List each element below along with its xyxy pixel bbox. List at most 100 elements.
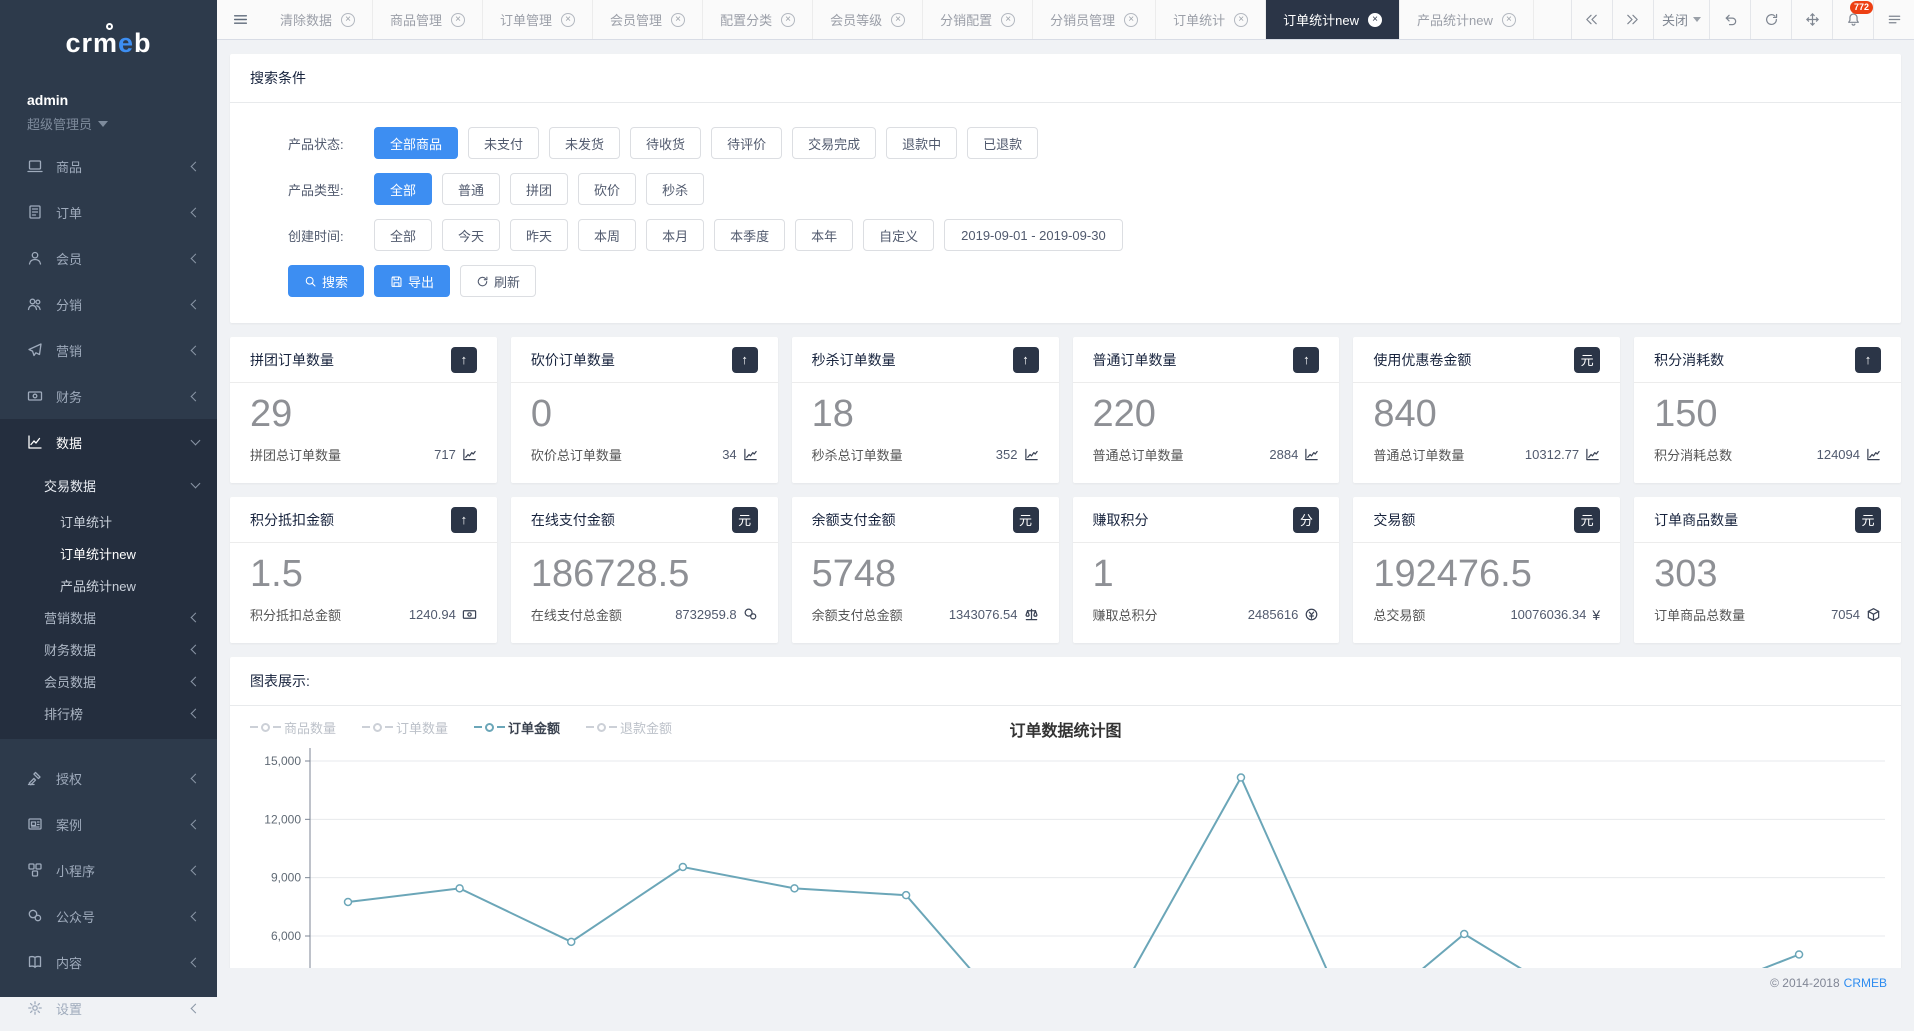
- tab-配置分类[interactable]: 配置分类×: [703, 0, 813, 39]
- filter-option-普通[interactable]: 普通: [442, 173, 500, 205]
- rewind-icon: [1584, 12, 1599, 27]
- sidebar-item-公众号[interactable]: 公众号: [0, 893, 217, 939]
- filter-option-昨天[interactable]: 昨天: [510, 219, 568, 251]
- tab-close-icon[interactable]: ×: [1502, 13, 1516, 27]
- filter-option-未发货[interactable]: 未发货: [549, 127, 620, 159]
- sidebar-item-订单[interactable]: 订单: [0, 189, 217, 235]
- tab-订单统计[interactable]: 订单统计×: [1156, 0, 1266, 39]
- filter-option-拼团[interactable]: 拼团: [510, 173, 568, 205]
- tab-订单管理[interactable]: 订单管理×: [483, 0, 593, 39]
- stat-card-header: 交易额元: [1353, 497, 1620, 543]
- 搜索-button[interactable]: 搜索: [288, 265, 364, 297]
- tab-close-icon[interactable]: ×: [561, 13, 575, 27]
- tab-清除数据[interactable]: 清除数据×: [263, 0, 373, 39]
- sidebar-item-分销[interactable]: 分销: [0, 281, 217, 327]
- tab-close-icon[interactable]: ×: [1001, 13, 1015, 27]
- scroll-tabs-left-button[interactable]: [1571, 0, 1612, 39]
- filter-option-本季度[interactable]: 本季度: [714, 219, 785, 251]
- filter-option-自定义[interactable]: 自定义: [863, 219, 934, 251]
- tab-close-icon[interactable]: ×: [1234, 13, 1248, 27]
- close-tabs-dropdown-label: 关闭: [1662, 10, 1688, 29]
- tab-close-icon[interactable]: ×: [1368, 13, 1382, 27]
- stat-footer-label: 秒杀总订单数量: [812, 445, 903, 464]
- filter-option-交易完成[interactable]: 交易完成: [792, 127, 876, 159]
- notifications-button[interactable]: 772: [1832, 0, 1873, 39]
- tab-分销配置[interactable]: 分销配置×: [923, 0, 1033, 39]
- filter-option-待评价[interactable]: 待评价: [711, 127, 782, 159]
- sidebar-item-营销[interactable]: 营销: [0, 327, 217, 373]
- stat-footer-value: 34: [722, 447, 757, 462]
- tab-close-icon[interactable]: ×: [671, 13, 685, 27]
- 刷新-button[interactable]: 刷新: [460, 265, 536, 297]
- stat-card-title: 普通订单数量: [1093, 350, 1177, 370]
- filter-option-本月[interactable]: 本月: [646, 219, 704, 251]
- wechat-icon: [27, 908, 43, 924]
- refresh-page-button[interactable]: [1750, 0, 1791, 39]
- tab-商品管理[interactable]: 商品管理×: [373, 0, 483, 39]
- tab-订单统计new[interactable]: 订单统计new×: [1266, 0, 1400, 39]
- stat-card-在线支付金额: 在线支付金额元186728.5在线支付总金额8732959.8: [511, 497, 778, 643]
- tab-close-icon[interactable]: ×: [891, 13, 905, 27]
- 导出-button[interactable]: 导出: [374, 265, 450, 297]
- filter-option-本年[interactable]: 本年: [795, 219, 853, 251]
- order-list-icon: [27, 204, 43, 220]
- sidebar-item-案例[interactable]: 案例: [0, 801, 217, 847]
- filter-option-本周[interactable]: 本周: [578, 219, 636, 251]
- sidebar-group-财务数据[interactable]: 财务数据: [0, 633, 217, 665]
- chevron-left-icon: [191, 1003, 201, 1013]
- tab-产品统计new[interactable]: 产品统计new×: [1400, 0, 1534, 39]
- layout-menu-button[interactable]: [1873, 0, 1914, 39]
- filter-option-已退款[interactable]: 已退款: [967, 127, 1038, 159]
- sidebar-group-label: 营销数据: [44, 608, 192, 627]
- sidebar-item-数据[interactable]: 数据: [0, 419, 217, 465]
- filter-option-秒杀[interactable]: 秒杀: [646, 173, 704, 205]
- sidebar-subitem-产品统计new[interactable]: 产品统计new: [0, 569, 217, 601]
- stat-footer-label: 在线支付总金额: [531, 605, 622, 624]
- unit-badge: 元: [1855, 507, 1881, 533]
- filter-option-全部商品[interactable]: 全部商品: [374, 127, 458, 159]
- tab-会员等级[interactable]: 会员等级×: [813, 0, 923, 39]
- stat-card-title: 砍价订单数量: [531, 350, 615, 370]
- hamburger-icon: [232, 11, 249, 28]
- stat-card-header: 砍价订单数量↑: [511, 337, 778, 383]
- undo-button[interactable]: [1709, 0, 1750, 39]
- sidebar-item-商品[interactable]: 商品: [0, 143, 217, 189]
- sidebar-group-排行榜[interactable]: 排行榜: [0, 697, 217, 729]
- date-range-input[interactable]: 2019-09-01 - 2019-09-30: [944, 219, 1123, 251]
- filter-option-待收货[interactable]: 待收货: [630, 127, 701, 159]
- sidebar-item-小程序[interactable]: 小程序: [0, 847, 217, 893]
- scroll-tabs-right-button[interactable]: [1612, 0, 1653, 39]
- tab-会员管理[interactable]: 会员管理×: [593, 0, 703, 39]
- stat-footer-value: 717: [434, 447, 477, 462]
- sidebar-subitem-订单统计new[interactable]: 订单统计new: [0, 537, 217, 569]
- tab-close-icon[interactable]: ×: [451, 13, 465, 27]
- filter-option-全部[interactable]: 全部: [374, 219, 432, 251]
- user-role-dropdown[interactable]: 超级管理员: [27, 114, 217, 133]
- sidebar-item-设置[interactable]: 设置: [0, 985, 217, 1031]
- sidebar-group-交易数据[interactable]: 交易数据: [0, 465, 217, 505]
- sidebar-item-授权[interactable]: 授权: [0, 755, 217, 801]
- filter-option-退款中[interactable]: 退款中: [886, 127, 957, 159]
- filter-option-今天[interactable]: 今天: [442, 219, 500, 251]
- stat-card-title: 订单商品数量: [1654, 510, 1738, 530]
- stat-card-header: 赚取积分分: [1073, 497, 1340, 543]
- sidebar-collapse-button[interactable]: [217, 0, 263, 39]
- sidebar-subitem-订单统计[interactable]: 订单统计: [0, 505, 217, 537]
- filter-option-砍价[interactable]: 砍价: [578, 173, 636, 205]
- sidebar-item-会员[interactable]: 会员: [0, 235, 217, 281]
- sidebar-item-label: 案例: [56, 815, 179, 834]
- sidebar-group-会员数据[interactable]: 会员数据: [0, 665, 217, 697]
- tab-close-icon[interactable]: ×: [341, 13, 355, 27]
- filter-option-未支付[interactable]: 未支付: [468, 127, 539, 159]
- brand-link[interactable]: CRMEB: [1844, 976, 1887, 990]
- close-tabs-dropdown-button[interactable]: 关闭: [1653, 0, 1709, 39]
- sidebar-item-内容[interactable]: 内容: [0, 939, 217, 985]
- filter-option-全部[interactable]: 全部: [374, 173, 432, 205]
- tab-分销员管理[interactable]: 分销员管理×: [1033, 0, 1156, 39]
- tab-close-icon[interactable]: ×: [1124, 13, 1138, 27]
- stat-card-footer: 余额支付总金额1343076.54: [792, 596, 1059, 624]
- sidebar-item-财务[interactable]: 财务: [0, 373, 217, 419]
- tab-close-icon[interactable]: ×: [781, 13, 795, 27]
- sidebar-group-营销数据[interactable]: 营销数据: [0, 601, 217, 633]
- fullscreen-move-button[interactable]: [1791, 0, 1832, 39]
